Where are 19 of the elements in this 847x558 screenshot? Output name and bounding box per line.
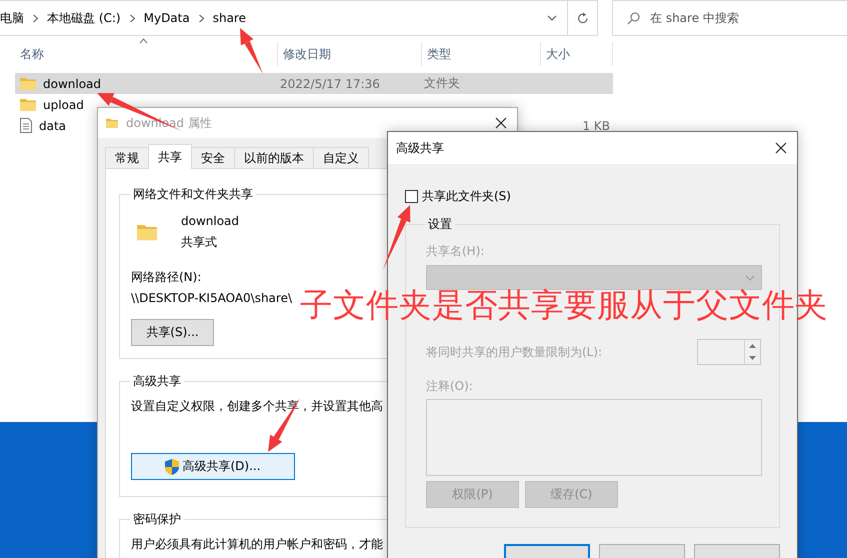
file-type: 文件夹: [423, 75, 461, 92]
folder-name: download: [181, 213, 240, 230]
file-name: upload: [42, 98, 84, 112]
network-path: \\DESKTOP-KI5AOA0\share\: [131, 290, 292, 307]
path-label: 网络路径(N):: [131, 269, 202, 286]
group-title: 网络文件和文件夹共享: [132, 186, 254, 203]
user-limit-label: 将同时共享的用户数量限制为(L):: [426, 344, 602, 360]
file-name: data: [38, 118, 66, 132]
share-name-label: 共享名(H):: [426, 243, 484, 260]
comment-label: 注释(O):: [426, 378, 473, 395]
modified-date: 2022/5/17 17:36: [279, 76, 381, 90]
file-size: 1 KB: [581, 118, 611, 132]
share-status: 共享式: [181, 234, 217, 251]
file-name: download: [42, 76, 102, 90]
group-title: 高级共享: [132, 373, 182, 390]
group-title: 密码保护: [132, 511, 182, 528]
group-title: 设置: [427, 216, 453, 233]
dialog-title: 高级共享: [396, 140, 445, 156]
description-text: 用户必须具有此计算机的用户帐户和密码，才能: [131, 536, 383, 553]
